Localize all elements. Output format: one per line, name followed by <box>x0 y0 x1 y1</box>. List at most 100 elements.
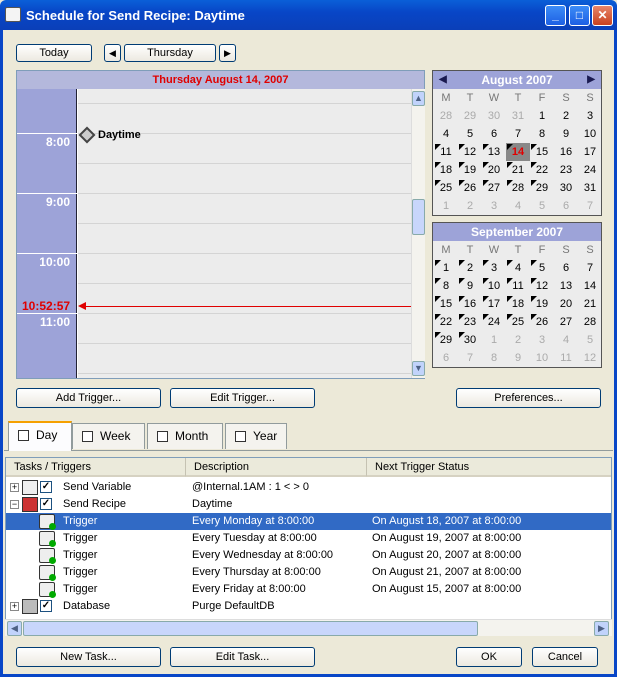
tree-row[interactable]: − ✓ Send Recipe Daytime <box>6 496 611 513</box>
scroll-thumb[interactable] <box>412 199 425 235</box>
tab-year[interactable]: Year <box>225 423 287 449</box>
schedule-grid[interactable]: Daytime <box>78 89 411 378</box>
calendar-day[interactable]: 24 <box>482 313 506 331</box>
expand-toggle-icon[interactable]: + <box>10 483 19 492</box>
title-bar[interactable]: Schedule for Send Recipe: Daytime _ □ ✕ <box>0 0 617 30</box>
calendar-day[interactable]: 29 <box>530 179 554 197</box>
calendar-day[interactable]: 2 <box>506 331 530 349</box>
column-header-tasks[interactable]: Tasks / Triggers <box>6 458 185 477</box>
tasks-tree[interactable]: Tasks / Triggers Description Next Trigge… <box>5 457 612 636</box>
calendar-day[interactable]: 17 <box>482 295 506 313</box>
new-task-button[interactable]: New Task... <box>16 647 161 667</box>
tree-row[interactable]: Trigger Every Thursday at 8:00:00 On Augus… <box>6 564 611 581</box>
calendar-day[interactable]: 10 <box>530 349 554 367</box>
column-header-next-status[interactable]: Next Trigger Status <box>366 458 611 477</box>
calendar-day[interactable]: 2 <box>554 107 578 125</box>
calendar-day[interactable]: 6 <box>554 259 578 277</box>
tree-row[interactable]: Trigger Every Wednesday at 8:00:00 On Augu… <box>6 547 611 564</box>
calendar-day[interactable]: 7 <box>578 259 602 277</box>
calendar-day[interactable]: 6 <box>554 197 578 215</box>
next-day-button[interactable]: ▶ <box>219 44 236 62</box>
calendar-day[interactable]: 7 <box>506 125 530 143</box>
enabled-checkbox[interactable]: ✓ <box>40 498 52 510</box>
calendar-day[interactable]: 30 <box>554 179 578 197</box>
calendar-day[interactable]: 1 <box>482 331 506 349</box>
calendar-day[interactable]: 1 <box>434 197 458 215</box>
calendar-days[interactable]: M T W T F S S 28 29 30 31 1 2 3 4 5 6 7 8 9 10 11 12 13 14 15 16 17… <box>433 89 601 215</box>
calendar-day[interactable]: 4 <box>506 259 530 277</box>
ok-button[interactable]: OK <box>456 647 522 667</box>
calendar-day[interactable]: 2 <box>458 259 482 277</box>
calendar-day[interactable]: 21 <box>578 295 602 313</box>
event-label[interactable]: Daytime <box>98 129 141 141</box>
prev-month-icon[interactable]: ◀ <box>439 71 447 89</box>
calendar-day[interactable]: 26 <box>530 313 554 331</box>
calendar-day[interactable]: 8 <box>530 125 554 143</box>
calendar-day[interactable]: 11 <box>554 349 578 367</box>
tab-week[interactable]: Week <box>72 423 145 449</box>
calendar-day[interactable]: 13 <box>554 277 578 295</box>
calendar-day[interactable]: 6 <box>434 349 458 367</box>
expand-toggle-icon[interactable]: − <box>10 500 19 509</box>
calendar-day[interactable]: 11 <box>506 277 530 295</box>
calendar-day[interactable]: 12 <box>578 349 602 367</box>
calendar-day[interactable]: 31 <box>506 107 530 125</box>
calendar-day[interactable]: 9 <box>458 277 482 295</box>
calendar-day[interactable]: 19 <box>530 295 554 313</box>
calendar-day[interactable]: 29 <box>458 107 482 125</box>
calendar-day[interactable]: 8 <box>482 349 506 367</box>
calendar-day[interactable]: 5 <box>530 197 554 215</box>
calendar-day[interactable]: 4 <box>506 197 530 215</box>
column-header-description[interactable]: Description <box>185 458 366 477</box>
tree-row[interactable]: + ✓ Send Variable @Internal.1AM : 1 < > 0 <box>6 479 611 496</box>
next-month-icon[interactable]: ▶ <box>587 71 595 89</box>
calendar-day[interactable]: 18 <box>434 161 458 179</box>
calendar-day[interactable]: 18 <box>506 295 530 313</box>
calendar-day[interactable]: 7 <box>578 197 602 215</box>
calendar-day[interactable]: 23 <box>458 313 482 331</box>
minimize-button[interactable]: _ <box>545 5 566 26</box>
calendar-day[interactable]: 22 <box>530 161 554 179</box>
calendar-day[interactable]: 26 <box>458 179 482 197</box>
calendar-day[interactable]: 16 <box>458 295 482 313</box>
calendar-day[interactable]: 20 <box>482 161 506 179</box>
calendar-day[interactable]: 15 <box>434 295 458 313</box>
calendar-day[interactable]: 14 <box>578 277 602 295</box>
calendar-day[interactable]: 3 <box>482 259 506 277</box>
calendar-day[interactable]: 10 <box>578 125 602 143</box>
calendar-day[interactable]: 3 <box>530 331 554 349</box>
scroll-up-icon[interactable]: ▲ <box>412 91 425 106</box>
today-button[interactable]: Today <box>16 44 92 62</box>
enabled-checkbox[interactable]: ✓ <box>40 481 52 493</box>
calendar-day[interactable]: 23 <box>554 161 578 179</box>
calendar-day[interactable]: 21 <box>506 161 530 179</box>
expand-toggle-icon[interactable]: + <box>10 602 19 611</box>
calendar-day[interactable]: 15 <box>530 143 554 161</box>
tree-row[interactable]: Trigger Every Tuesday at 8:00:00 On August… <box>6 530 611 547</box>
calendar-day[interactable]: 25 <box>434 179 458 197</box>
calendar-day[interactable]: 31 <box>578 179 602 197</box>
enabled-checkbox[interactable]: ✓ <box>40 600 52 612</box>
calendar-day[interactable]: 24 <box>578 161 602 179</box>
calendar-day[interactable]: 7 <box>458 349 482 367</box>
day-selector[interactable]: Thursday <box>124 44 216 62</box>
calendar-day[interactable]: 9 <box>506 349 530 367</box>
calendar-day[interactable]: 25 <box>506 313 530 331</box>
day-schedule[interactable]: Thursday August 14, 2007 8:00 9:00 10:00… <box>16 70 425 379</box>
calendar-day[interactable]: 19 <box>458 161 482 179</box>
edit-task-button[interactable]: Edit Task... <box>170 647 315 667</box>
maximize-button[interactable]: □ <box>569 5 590 26</box>
calendar-day[interactable]: 22 <box>434 313 458 331</box>
calendar-day[interactable]: 1 <box>434 259 458 277</box>
calendar-day[interactable]: 1 <box>530 107 554 125</box>
calendar-day[interactable]: 12 <box>530 277 554 295</box>
calendar-day[interactable]: 11 <box>434 143 458 161</box>
calendar-day[interactable]: 27 <box>482 179 506 197</box>
calendar-day[interactable]: 16 <box>554 143 578 161</box>
tree-horizontal-scrollbar[interactable]: ◀ ▶ <box>5 619 612 636</box>
tree-row[interactable]: Trigger Every Monday at 8:00:00 On August … <box>6 513 611 530</box>
calendar-day[interactable]: 20 <box>554 295 578 313</box>
calendar-day[interactable]: 28 <box>506 179 530 197</box>
calendar-day[interactable]: 8 <box>434 277 458 295</box>
scroll-thumb[interactable] <box>23 621 478 636</box>
